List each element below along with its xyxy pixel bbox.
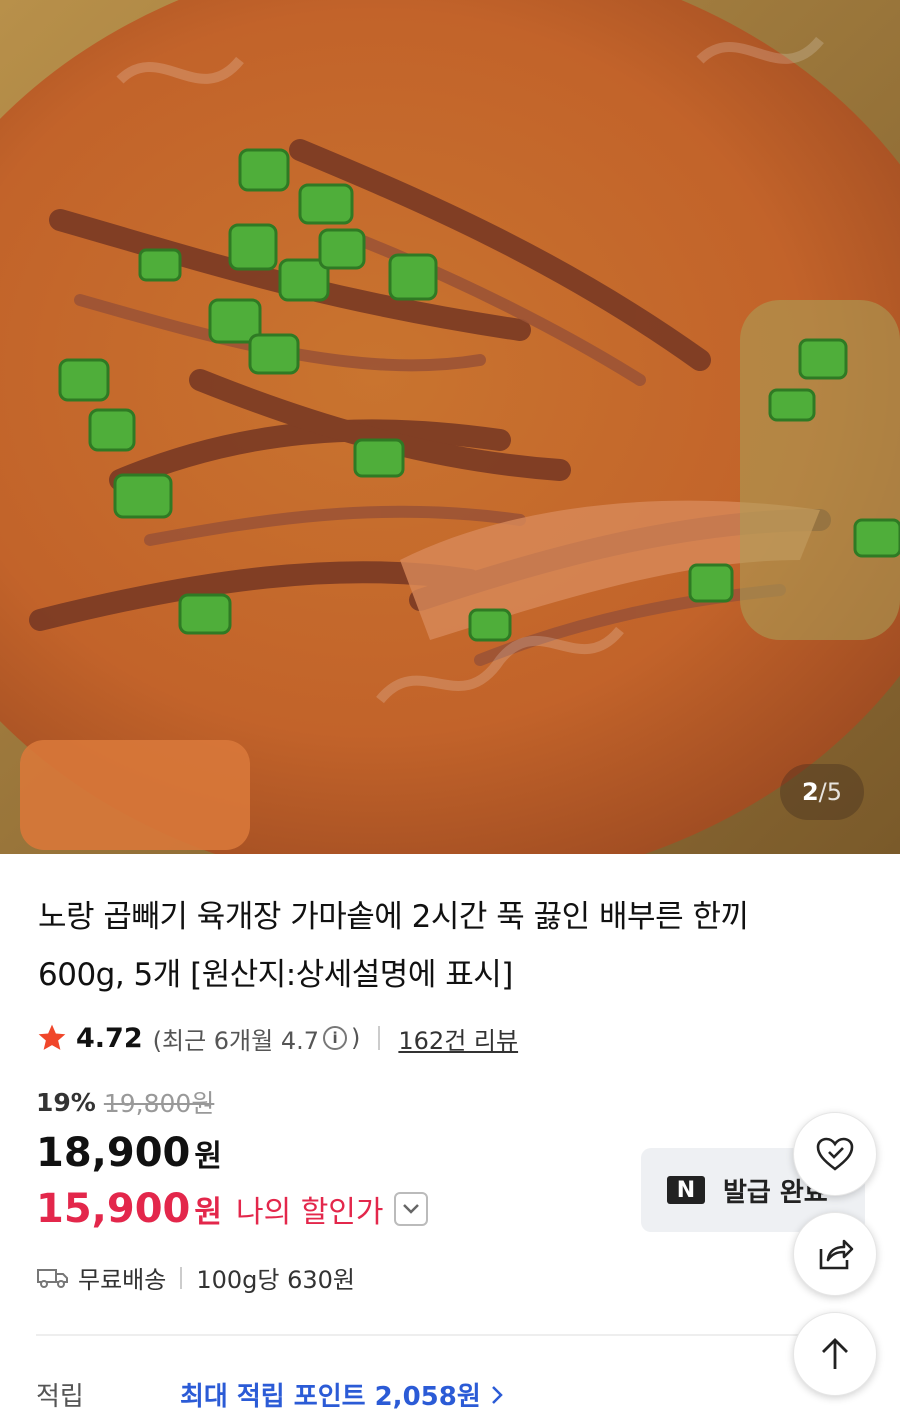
points-row[interactable]: 적립 최대 적립 포인트 2,058원 <box>36 1376 505 1413</box>
points-value: 최대 적립 포인트 2,058원 <box>180 1382 481 1412</box>
unit-price: 100g당 630원 <box>196 1266 355 1294</box>
free-shipping: 무료배송 <box>78 1266 167 1294</box>
divider <box>180 1266 183 1289</box>
price-row: 18,900 원 <box>36 1130 222 1176</box>
share-button[interactable] <box>793 1212 877 1296</box>
my-discount-price: 15,900 <box>36 1186 191 1232</box>
product-title: 노랑 곱빼기 육개장 가마솥에 2시간 푹 끓인 배부른 한끼 600g, 5개… <box>38 888 838 1004</box>
info-icon[interactable]: i <box>323 1026 348 1050</box>
heart-icon <box>816 1137 854 1171</box>
my-discount-label: 나의 할인가 <box>235 1195 384 1230</box>
share-icon <box>819 1239 854 1270</box>
rating-score: 4.72 <box>76 1022 143 1054</box>
product-title-line1: 노랑 곱빼기 육개장 가마솥에 2시간 푹 끓인 배부른 한끼 <box>38 899 749 935</box>
my-discount-price-unit: 원 <box>194 1195 222 1230</box>
like-button[interactable] <box>793 1112 877 1196</box>
rating-row: 4.72 (최근 6개월 4.7 i ) 162건 리뷰 <box>36 1016 518 1060</box>
discount-row: 19% 19,800원 <box>36 1084 214 1120</box>
my-price-row[interactable]: 15,900 원 나의 할인가 <box>36 1186 428 1232</box>
scroll-top-button[interactable] <box>793 1312 877 1396</box>
shipping-row: 무료배송 100g당 630원 <box>36 1260 355 1295</box>
section-divider <box>36 1334 866 1336</box>
image-counter-total: 5 <box>826 778 843 806</box>
sale-price-unit: 원 <box>194 1139 222 1174</box>
product-title-line2: 600g, 5개 [원산지:상세설명에 표시] <box>38 957 513 993</box>
star-icon <box>38 1024 66 1050</box>
original-price: 19,800원 <box>103 1089 215 1118</box>
product-image <box>0 0 900 854</box>
naver-logo-icon: N <box>667 1176 705 1204</box>
image-counter: 2 / 5 <box>780 764 864 820</box>
arrow-up-icon <box>822 1338 848 1369</box>
image-counter-current: 2 <box>801 778 819 806</box>
chevron-right-icon <box>491 1385 503 1404</box>
recent-rating-text: (최근 6개월 4.7 <box>152 1026 320 1055</box>
recent-rating-close: ) <box>351 1024 361 1052</box>
image-counter-separator: / <box>818 778 827 806</box>
chevron-down-icon[interactable] <box>393 1192 428 1226</box>
discount-percent: 19% <box>36 1087 96 1117</box>
review-count-link[interactable]: 162건 리뷰 <box>398 1021 518 1056</box>
points-label: 적립 <box>36 1382 84 1412</box>
recent-rating: (최근 6개월 4.7 i ) <box>153 1021 361 1056</box>
truck-icon <box>37 1268 68 1288</box>
sale-price: 18,900 <box>36 1130 191 1176</box>
divider <box>378 1026 381 1050</box>
product-image-carousel[interactable]: 2 / 5 <box>0 0 900 854</box>
